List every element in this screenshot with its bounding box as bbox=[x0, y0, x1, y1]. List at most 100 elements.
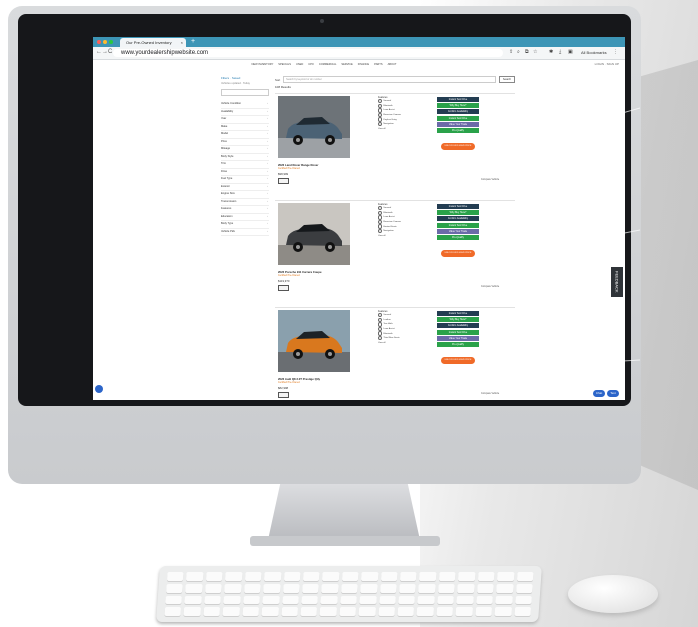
cta-button[interactable]: Instant Test Drive bbox=[437, 329, 479, 335]
unlock-price-button[interactable]: UNLOCK EXCLUSIVE PRICE bbox=[441, 250, 475, 257]
filter-item[interactable]: Year bbox=[221, 116, 269, 124]
features-more-link[interactable]: View all bbox=[378, 234, 414, 239]
text-button[interactable]: Text bbox=[607, 390, 619, 397]
filter-item[interactable]: Price bbox=[221, 139, 269, 146]
cta-button[interactable]: Confirm Availability bbox=[437, 323, 479, 329]
url-field[interactable]: www.yourdealershipwebsite.com bbox=[113, 49, 503, 57]
site-nav-item[interactable]: SERVICE bbox=[341, 63, 352, 66]
reload-button[interactable]: C bbox=[108, 49, 112, 55]
cta-button[interactable]: Value Your Trade bbox=[437, 335, 479, 341]
filter-item[interactable]: Drive bbox=[221, 169, 269, 176]
cta-button[interactable]: Instant Test Drive bbox=[437, 115, 479, 121]
filter-item[interactable]: Transmission bbox=[221, 199, 269, 206]
menu-kebab-icon[interactable]: ⋮ bbox=[613, 49, 618, 55]
close-window-icon[interactable] bbox=[97, 40, 101, 44]
unlock-price-button[interactable]: UNLOCK EXCLUSIVE PRICE bbox=[441, 357, 475, 364]
filter-search-box[interactable] bbox=[221, 89, 269, 96]
cta-button[interactable]: Confirm Availability bbox=[437, 109, 479, 115]
carfax-badge[interactable] bbox=[278, 285, 289, 291]
extensions-puzzle-icon[interactable]: ✱ bbox=[549, 49, 553, 55]
sidepanel-icon[interactable]: ▣ bbox=[568, 49, 573, 55]
carfax-badge[interactable] bbox=[278, 392, 289, 398]
filter-item[interactable]: Body Type bbox=[221, 221, 269, 229]
cta-button[interactable]: Why Buy Here? bbox=[437, 317, 479, 323]
accessibility-button[interactable] bbox=[95, 385, 103, 393]
filter-item[interactable]: Features bbox=[221, 206, 269, 214]
key bbox=[264, 572, 282, 581]
vehicle-photo-wrap[interactable] bbox=[278, 203, 350, 265]
cta-button[interactable]: Value Your Trade bbox=[437, 121, 479, 127]
compare-vehicle-link[interactable]: Compare Vehicle bbox=[481, 285, 499, 288]
filter-item[interactable]: Mileage bbox=[221, 146, 269, 154]
filter-item[interactable]: Availability bbox=[221, 109, 269, 116]
site-account-links[interactable]: LOGIN · SIGN UP bbox=[595, 62, 619, 66]
share-icon[interactable]: ⇪ bbox=[509, 49, 513, 55]
search-icon[interactable]: ⌕ bbox=[517, 49, 520, 55]
cta-button[interactable]: Why Buy Here? bbox=[437, 103, 479, 109]
key bbox=[222, 607, 240, 616]
cta-button[interactable]: Pre-Qualify bbox=[437, 234, 479, 240]
all-bookmarks-link[interactable]: All Bookmarks bbox=[581, 50, 607, 55]
key bbox=[166, 583, 184, 593]
cta-button[interactable]: Value Your Trade bbox=[437, 228, 479, 234]
carfax-badge[interactable] bbox=[278, 178, 289, 184]
chat-button[interactable]: Chat bbox=[593, 390, 605, 397]
site-nav-item[interactable]: FINANCE bbox=[358, 63, 369, 66]
filter-heading[interactable]: Filters · Saved bbox=[221, 76, 269, 80]
filter-item[interactable]: Vehicle Condition bbox=[221, 101, 269, 109]
extension-icon[interactable]: ⧉ bbox=[525, 49, 529, 55]
search-input[interactable]: Search by keyword or vin number bbox=[283, 76, 496, 83]
vehicle-photo[interactable] bbox=[278, 203, 350, 265]
cta-button[interactable]: Instant Test Drive bbox=[437, 222, 479, 228]
filter-item[interactable]: Make bbox=[221, 124, 269, 131]
download-icon[interactable]: ⤓ bbox=[559, 49, 561, 55]
key bbox=[436, 607, 454, 616]
feedback-tab[interactable]: FEEDBACK bbox=[611, 267, 623, 297]
site-nav-item[interactable]: PARTS bbox=[374, 63, 382, 66]
cta-button[interactable]: Instant Test Drive bbox=[437, 204, 479, 209]
bookmark-star-icon[interactable]: ☆ bbox=[533, 49, 537, 55]
unlock-price-button[interactable]: UNLOCK EXCLUSIVE PRICE bbox=[441, 143, 475, 150]
search-button[interactable]: Search bbox=[499, 76, 515, 83]
maximize-window-icon[interactable] bbox=[109, 40, 113, 44]
vehicle-photo[interactable] bbox=[278, 310, 350, 372]
site-nav-item[interactable]: CPO bbox=[308, 63, 314, 66]
cta-button[interactable]: Pre-Qualify bbox=[437, 341, 479, 347]
filter-item[interactable]: Body Style bbox=[221, 154, 269, 161]
cta-button[interactable]: Confirm Availability bbox=[437, 216, 479, 222]
cta-button[interactable]: Instant Test Drive bbox=[437, 311, 479, 316]
vehicle-card[interactable]: 2022 Audi Q8 3.0T Prestige Qtly Certifie… bbox=[275, 307, 515, 400]
features-more-link[interactable]: View all bbox=[378, 127, 414, 132]
site-nav-item[interactable]: SPECIALS bbox=[278, 63, 291, 66]
filter-item[interactable]: Education bbox=[221, 214, 269, 221]
compare-vehicle-link[interactable]: Compare Vehicle bbox=[481, 392, 499, 395]
sort-dropdown[interactable]: Sort bbox=[275, 78, 280, 82]
vehicle-photo[interactable] bbox=[278, 96, 350, 158]
filter-item[interactable]: Engine Size bbox=[221, 191, 269, 199]
cta-button[interactable]: Pre-Qualify bbox=[437, 127, 479, 133]
vehicle-photo-wrap[interactable] bbox=[278, 310, 350, 372]
features-more-link[interactable]: View all bbox=[378, 341, 414, 346]
filter-item[interactable]: Model bbox=[221, 131, 269, 139]
site-nav-item[interactable]: ABOUT bbox=[388, 63, 397, 66]
key bbox=[339, 607, 357, 616]
filter-item[interactable]: Fuel Type bbox=[221, 176, 269, 184]
vehicle-card[interactable]: 2022 Porsche 911 Carrera Coupe Certified… bbox=[275, 200, 515, 299]
compare-vehicle-link[interactable]: Compare Vehicle bbox=[481, 178, 499, 181]
cta-button[interactable]: Why Buy Here? bbox=[437, 210, 479, 216]
vehicle-photo-wrap[interactable] bbox=[278, 96, 350, 158]
filter-item[interactable]: Vehicle Pick bbox=[221, 229, 269, 236]
key bbox=[398, 595, 416, 605]
minimize-window-icon[interactable] bbox=[103, 40, 107, 44]
filter-item[interactable]: Trim bbox=[221, 161, 269, 169]
filter-subheading: Vehicles updated · Today bbox=[221, 82, 250, 85]
site-nav-item[interactable]: COMMERCIAL bbox=[319, 63, 337, 66]
site-nav-item[interactable]: NEW INVENTORY bbox=[251, 63, 273, 66]
cta-button[interactable]: Instant Test Drive bbox=[437, 97, 479, 102]
filter-item[interactable]: Exterior bbox=[221, 184, 269, 191]
tab-close-icon[interactable]: × bbox=[181, 38, 183, 47]
new-tab-button[interactable]: + bbox=[191, 38, 195, 46]
vehicle-card[interactable]: 2022 Land Rover Range Rover Certified Pr… bbox=[275, 93, 515, 192]
site-nav-item[interactable]: USED bbox=[296, 63, 303, 66]
tab-inventory[interactable]: Our Pre-Owned Inventory × bbox=[120, 38, 186, 47]
